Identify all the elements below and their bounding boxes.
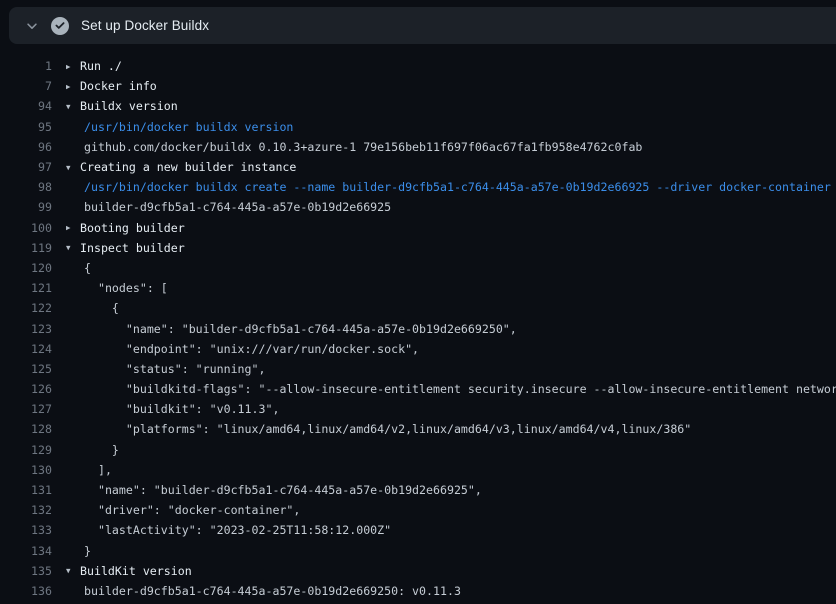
log-output-text: "nodes": [ xyxy=(84,281,168,295)
check-circle-icon xyxy=(51,17,69,35)
log-line: 132 "driver": "docker-container", xyxy=(0,500,836,520)
line-number[interactable]: 94 xyxy=(0,99,52,113)
line-number[interactable]: 121 xyxy=(0,281,52,295)
log-lines: 1▶Run ./7▶Docker info94▼Buildx version95… xyxy=(0,56,836,601)
log-output-text: } xyxy=(84,544,91,558)
group-title: Creating a new builder instance xyxy=(80,160,296,174)
log-line[interactable]: 7 ▶Docker info xyxy=(0,76,836,96)
log-line: 99 builder-d9cfb5a1-c764-445a-a57e-0b19d2… xyxy=(0,197,836,217)
log-output-text: github.com/docker/buildx 0.10.3+azure-1 … xyxy=(84,140,642,154)
log-line[interactable]: 94 ▼Buildx version xyxy=(0,96,836,116)
log-output-text: "lastActivity": "2023-02-25T11:58:12.000… xyxy=(84,523,391,537)
group-title: Buildx version xyxy=(80,99,178,113)
log-line: 120 { xyxy=(0,258,836,278)
line-number[interactable]: 97 xyxy=(0,160,52,174)
log-command-text: /usr/bin/docker buildx version xyxy=(84,120,293,134)
log-line: 133 "lastActivity": "2023-02-25T11:58:12… xyxy=(0,520,836,540)
line-number[interactable]: 130 xyxy=(0,463,52,477)
group-expanded-icon: ▼ xyxy=(66,243,80,252)
line-number[interactable]: 134 xyxy=(0,544,52,558)
group-title: Docker info xyxy=(80,79,157,93)
group-expanded-icon: ▼ xyxy=(66,163,80,172)
line-number[interactable]: 126 xyxy=(0,382,52,396)
log-line: 129 } xyxy=(0,440,836,460)
line-number[interactable]: 1 xyxy=(0,59,52,73)
log-output-text: "buildkit": "v0.11.3", xyxy=(84,402,279,416)
group-title: Inspect builder xyxy=(80,241,185,255)
line-number[interactable]: 120 xyxy=(0,261,52,275)
line-number[interactable]: 132 xyxy=(0,503,52,517)
log-output-text: "status": "running", xyxy=(84,362,265,376)
line-number[interactable]: 127 xyxy=(0,402,52,416)
step-title: Set up Docker Buildx xyxy=(81,18,209,33)
log-line: 131 "name": "builder-d9cfb5a1-c764-445a-… xyxy=(0,480,836,500)
group-collapsed-icon: ▶ xyxy=(66,223,80,232)
line-number[interactable]: 100 xyxy=(0,221,52,235)
line-number[interactable]: 96 xyxy=(0,140,52,154)
log-output-text: "endpoint": "unix:///var/run/docker.sock… xyxy=(84,342,419,356)
group-expanded-icon: ▼ xyxy=(66,102,80,111)
log-line[interactable]: 100 ▶Booting builder xyxy=(0,218,836,238)
log-output-text: builder-d9cfb5a1-c764-445a-a57e-0b19d2e6… xyxy=(84,200,391,214)
chevron-down-icon[interactable] xyxy=(25,19,39,33)
log-line: 98/usr/bin/docker buildx create --name b… xyxy=(0,177,836,197)
step-header[interactable]: Set up Docker Buildx xyxy=(9,7,836,44)
log-line: 121 "nodes": [ xyxy=(0,278,836,298)
group-title: BuildKit version xyxy=(80,564,192,578)
log-line: 95/usr/bin/docker buildx version xyxy=(0,117,836,137)
line-number[interactable]: 95 xyxy=(0,120,52,134)
log-line: 134} xyxy=(0,541,836,561)
log-container: 1▶Run ./7▶Docker info94▼Buildx version95… xyxy=(0,46,836,601)
log-line: 126 "buildkitd-flags": "--allow-insecure… xyxy=(0,379,836,399)
group-title: Run ./ xyxy=(80,59,122,73)
log-output-text: ], xyxy=(84,463,112,477)
log-line: 127 "buildkit": "v0.11.3", xyxy=(0,399,836,419)
log-output-text: "buildkitd-flags": "--allow-insecure-ent… xyxy=(84,382,836,396)
log-output-text: "platforms": "linux/amd64,linux/amd64/v2… xyxy=(84,422,691,436)
log-output-text: } xyxy=(84,443,119,457)
log-output-text: { xyxy=(84,261,91,275)
log-line: 125 "status": "running", xyxy=(0,359,836,379)
group-expanded-icon: ▼ xyxy=(66,566,80,575)
line-number[interactable]: 7 xyxy=(0,79,52,93)
log-line: 130 ], xyxy=(0,460,836,480)
group-collapsed-icon: ▶ xyxy=(66,62,80,71)
log-command-text: /usr/bin/docker buildx create --name bui… xyxy=(84,180,836,194)
line-number[interactable]: 125 xyxy=(0,362,52,376)
log-line[interactable]: 1 ▶Run ./ xyxy=(0,56,836,76)
log-output-text: "name": "builder-d9cfb5a1-c764-445a-a57e… xyxy=(84,483,482,497)
log-output-text: "name": "builder-d9cfb5a1-c764-445a-a57e… xyxy=(84,322,517,336)
group-collapsed-icon: ▶ xyxy=(66,82,80,91)
log-line: 128 "platforms": "linux/amd64,linux/amd6… xyxy=(0,419,836,439)
line-number[interactable]: 133 xyxy=(0,523,52,537)
line-number[interactable]: 129 xyxy=(0,443,52,457)
group-title: Booting builder xyxy=(80,221,185,235)
log-line[interactable]: 97 ▼Creating a new builder instance xyxy=(0,157,836,177)
line-number[interactable]: 131 xyxy=(0,483,52,497)
line-number[interactable]: 123 xyxy=(0,322,52,336)
line-number[interactable]: 124 xyxy=(0,342,52,356)
log-line: 136 builder-d9cfb5a1-c764-445a-a57e-0b19d… xyxy=(0,581,836,601)
log-line: 122 { xyxy=(0,298,836,318)
log-output-text: builder-d9cfb5a1-c764-445a-a57e-0b19d2e6… xyxy=(84,584,461,598)
line-number[interactable]: 99 xyxy=(0,200,52,214)
line-number[interactable]: 122 xyxy=(0,301,52,315)
line-number[interactable]: 119 xyxy=(0,241,52,255)
line-number[interactable]: 98 xyxy=(0,180,52,194)
log-output-text: "driver": "docker-container", xyxy=(84,503,300,517)
line-number[interactable]: 136 xyxy=(0,584,52,598)
log-line: 96 github.com/docker/buildx 0.10.3+azure-… xyxy=(0,137,836,157)
line-number[interactable]: 128 xyxy=(0,422,52,436)
log-line: 124 "endpoint": "unix:///var/run/docker.… xyxy=(0,339,836,359)
log-line: 123 "name": "builder-d9cfb5a1-c764-445a-… xyxy=(0,318,836,338)
log-line[interactable]: 119 ▼Inspect builder xyxy=(0,238,836,258)
log-output-text: { xyxy=(84,301,119,315)
line-number[interactable]: 135 xyxy=(0,564,52,578)
log-line[interactable]: 135 ▼BuildKit version xyxy=(0,561,836,581)
